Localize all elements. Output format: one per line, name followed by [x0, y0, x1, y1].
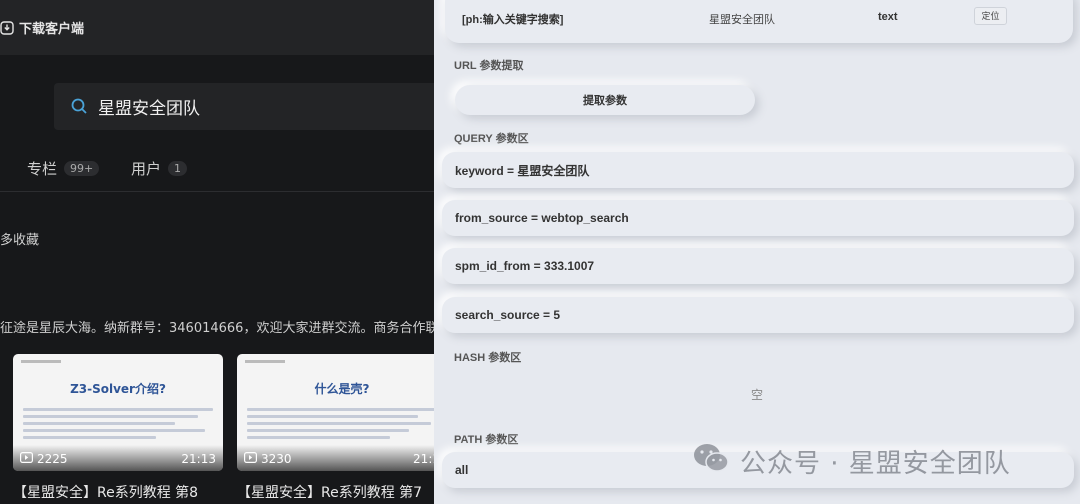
slide-title: Z3-Solver介绍?: [70, 382, 166, 396]
search-icon: [71, 98, 88, 115]
extract-params-button[interactable]: 提取参数: [455, 85, 755, 115]
play-icon: [20, 452, 34, 466]
query-param-item[interactable]: from_source = webtop_search: [442, 200, 1074, 236]
element-value: 星盟安全团队: [709, 14, 775, 26]
hash-empty-text: 空: [750, 388, 763, 402]
video-duration: 21:1: [413, 452, 434, 466]
slide-title: 什么是壳?: [314, 382, 370, 396]
bilibili-search-page: 下载客户端 星盟安全团队 专栏 99+ 用户 1 多收藏 征途是星辰大海。纳新群…: [0, 0, 434, 504]
url-section-heading: URL 参数提取: [454, 60, 524, 72]
download-icon: [0, 20, 14, 35]
collect-text: 多收藏: [0, 233, 40, 248]
download-client-button[interactable]: 下载客户端: [0, 18, 84, 37]
element-row: [ph:输入关键字搜索] 星盟安全团队 text 定位: [445, 0, 1073, 43]
wechat-icon: [692, 442, 730, 481]
search-input[interactable]: 星盟安全团队: [54, 83, 434, 130]
path-section-heading: PATH 参数区: [454, 434, 519, 446]
video-title[interactable]: 【星盟安全】Re系列教程 第8: [13, 482, 223, 502]
element-selector: [ph:输入关键字搜索]: [462, 14, 564, 26]
download-label: 下载客户端: [19, 22, 85, 37]
element-type: text: [878, 11, 898, 23]
hash-section-heading: HASH 参数区: [454, 352, 522, 364]
tab-column[interactable]: 专栏 99+: [27, 158, 100, 179]
video-card[interactable]: Z3-Solver介绍? 2225 21:13 【星盟安全】Re系列教程 第8: [13, 354, 223, 502]
view-count: 2225: [20, 452, 68, 466]
tab-label: 专栏: [27, 160, 58, 178]
user-description: 征途是星辰大海。纳新群号：346014666，欢迎大家进群交流。商务合作联系qq: [0, 321, 434, 336]
tab-users[interactable]: 用户 1: [131, 158, 188, 179]
view-count: 3230: [244, 452, 292, 466]
tab-count-badge: 1: [168, 161, 188, 176]
query-section-heading: QUERY 参数区: [454, 133, 529, 145]
tab-divider: [0, 191, 434, 192]
watermark-text: 公众号 · 星盟安全团队: [740, 449, 1011, 479]
tab-count-badge: 99+: [64, 161, 100, 176]
top-bar: 下载客户端: [0, 0, 434, 55]
video-thumbnail[interactable]: 什么是壳? 3230 21:1: [237, 354, 434, 471]
play-icon: [244, 452, 258, 466]
watermark: 公众号 · 星盟安全团队: [692, 442, 1011, 481]
video-title[interactable]: 【星盟安全】Re系列教程 第7: [237, 482, 434, 502]
query-param-item[interactable]: search_source = 5: [442, 297, 1074, 333]
query-param-item[interactable]: keyword = 星盟安全团队: [442, 152, 1074, 188]
video-thumbnail[interactable]: Z3-Solver介绍? 2225 21:13: [13, 354, 223, 471]
param-extractor-panel: [ph:输入关键字搜索] 星盟安全团队 text 定位 URL 参数提取 提取参…: [434, 0, 1080, 504]
locate-button[interactable]: 定位: [974, 7, 1007, 25]
query-param-item[interactable]: spm_id_from = 333.1007: [442, 248, 1074, 284]
tab-label: 用户: [131, 160, 162, 178]
search-value: 星盟安全团队: [98, 99, 200, 119]
video-duration: 21:13: [181, 452, 216, 466]
video-card[interactable]: 什么是壳? 3230 21:1 【星盟安全】Re系列教程 第7: [237, 354, 434, 502]
